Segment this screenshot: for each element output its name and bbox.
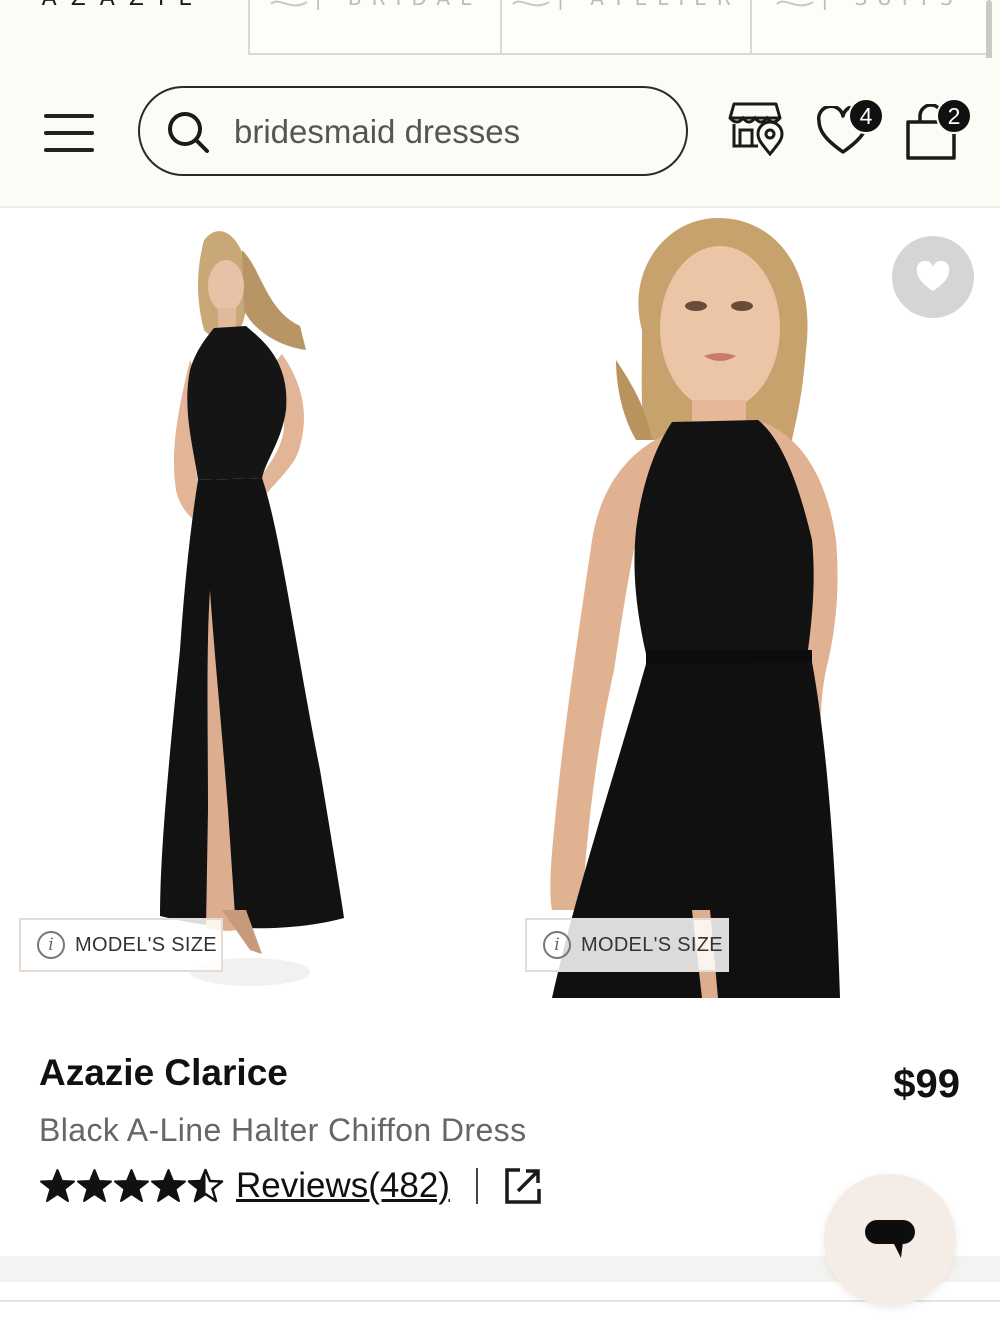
brand-tab-atelier[interactable]: | ATELIER — [500, 0, 750, 55]
brand-swirl-icon — [270, 0, 308, 7]
chat-button[interactable] — [824, 1174, 956, 1306]
product-price: $99 — [893, 1062, 960, 1106]
product-subtitle: Black A-Line Halter Chiffon Dress — [39, 1112, 527, 1148]
star-icon — [114, 1168, 149, 1202]
brand-tab-bridal[interactable]: | BRIDAL — [248, 0, 500, 55]
info-icon: i — [37, 931, 65, 959]
search-icon[interactable] — [166, 110, 212, 156]
divider — [475, 1168, 478, 1204]
favorite-heart-icon — [916, 261, 950, 291]
product-gallery: i MODEL'S SIZE i MODEL'S SIZE — [0, 210, 1000, 998]
brand-logo-azazie: AZAZIE — [42, 0, 207, 11]
search-bar[interactable] — [138, 86, 688, 176]
product-title: Azazie Clarice — [39, 1052, 288, 1093]
reviews-link[interactable]: Reviews(482) — [236, 1166, 450, 1206]
wishlist-button[interactable]: 4 — [816, 98, 888, 160]
chat-icon — [865, 1220, 915, 1258]
model-closeup-image — [496, 210, 1000, 998]
brand-swirl-icon — [512, 0, 550, 7]
product-photo-full-length[interactable]: i MODEL'S SIZE — [0, 210, 496, 998]
brand-logo-bridal: | BRIDAL — [315, 0, 481, 10]
star-icon — [151, 1168, 186, 1202]
cart-button[interactable]: 2 — [904, 98, 976, 160]
brand-tab-suits[interactable]: | SUITS — [750, 0, 986, 55]
model-size-button[interactable]: i MODEL'S SIZE — [19, 918, 223, 972]
cart-count-badge: 2 — [936, 98, 972, 134]
star-icon — [77, 1168, 112, 1202]
half-star-icon — [187, 1168, 224, 1202]
brand-logo-suits: | SUITS — [821, 0, 962, 10]
brand-logo-atelier: | ATELIER — [557, 0, 741, 10]
store-locator-icon[interactable] — [728, 100, 786, 156]
product-photo-closeup[interactable]: i MODEL'S SIZE — [496, 210, 1000, 998]
star-icon — [40, 1168, 75, 1202]
brand-swirl-icon — [776, 0, 814, 7]
add-to-favorites-button[interactable] — [892, 236, 974, 318]
menu-icon[interactable] — [40, 110, 98, 156]
rating-row: Reviews(482) — [39, 1164, 542, 1208]
model-size-button[interactable]: i MODEL'S SIZE — [525, 918, 729, 972]
info-icon: i — [543, 931, 571, 959]
search-input[interactable] — [234, 108, 664, 156]
model-full-length-image — [0, 210, 496, 998]
scrollbar-thumb[interactable] — [986, 0, 992, 62]
model-size-label: MODEL'S SIZE — [75, 933, 217, 956]
site-header: 4 2 — [0, 58, 1000, 208]
brand-tab-bar: AZAZIE | BRIDAL | ATELIER | SUITS — [0, 0, 1000, 62]
brand-tab-azazie[interactable]: AZAZIE — [0, 0, 248, 55]
wishlist-count-badge: 4 — [848, 98, 884, 134]
star-rating — [39, 1168, 224, 1205]
next-section-edge — [0, 1300, 1000, 1333]
model-size-label: MODEL'S SIZE — [581, 933, 723, 956]
share-icon[interactable] — [504, 1167, 542, 1205]
